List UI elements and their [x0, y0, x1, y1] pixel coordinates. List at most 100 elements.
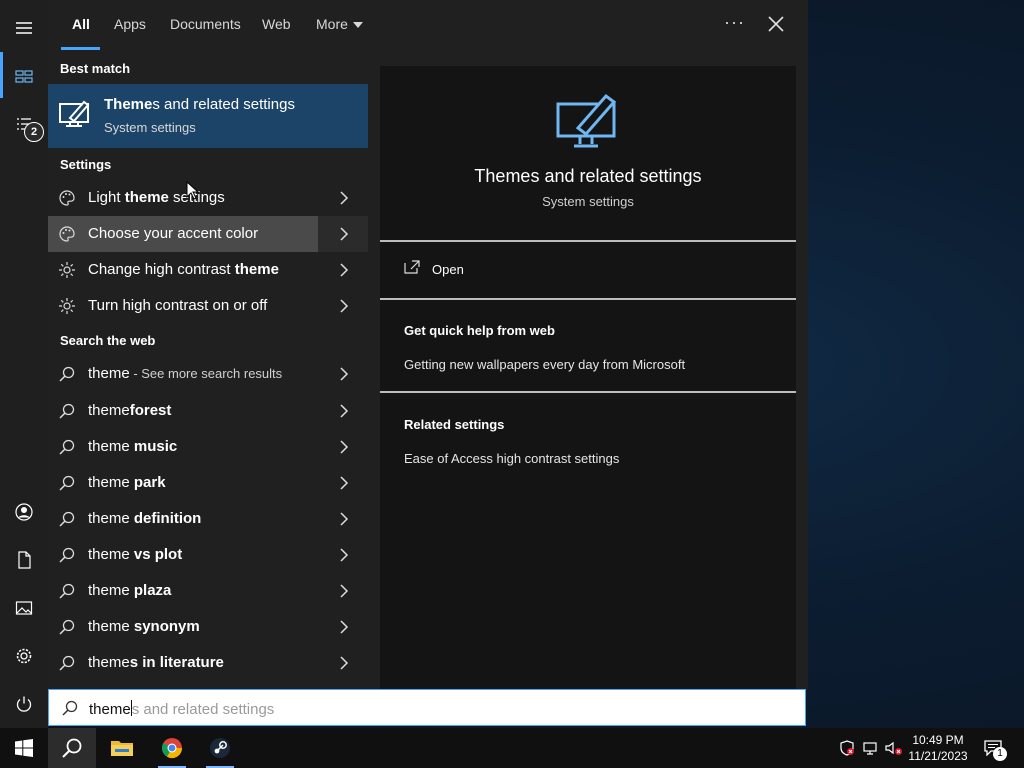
shield-warning-icon	[840, 740, 854, 756]
settings-result-light-theme[interactable]: Light theme settings	[48, 180, 368, 216]
hamburger-menu-button[interactable]	[0, 4, 48, 52]
tab-all[interactable]: All	[72, 16, 90, 32]
result-label: theme synonym	[88, 618, 200, 635]
tray-volume-icon[interactable]	[884, 728, 904, 768]
web-result-item[interactable]: theme vs plot	[48, 537, 368, 573]
best-match-item[interactable]: Themes and related settings System setti…	[48, 84, 368, 148]
web-result-item[interactable]: themeforest	[48, 393, 368, 429]
label-part: theme	[88, 438, 134, 455]
search-icon	[59, 547, 75, 563]
web-result-item[interactable]: theme synonym	[48, 609, 368, 645]
label-part: theme	[88, 365, 130, 382]
settings-result-toggle-high-contrast[interactable]: Turn high contrast on or off	[48, 288, 368, 324]
search-panel: All Apps Documents Web More ··· Best mat…	[48, 0, 808, 690]
label-part: theme	[88, 546, 134, 563]
chevron-right-icon[interactable]	[338, 262, 350, 278]
caret-down-icon	[352, 22, 363, 29]
result-label: theme vs plot	[88, 546, 182, 563]
web-result-see-more[interactable]: theme - See more search results	[48, 356, 368, 392]
sun-icon	[59, 298, 75, 314]
tray-network-icon[interactable]	[862, 728, 880, 768]
tab-web[interactable]: Web	[262, 16, 291, 32]
chevron-right-icon[interactable]	[338, 655, 350, 671]
related-settings-link[interactable]: Ease of Access high contrast settings	[404, 451, 619, 466]
quick-help-link[interactable]: Getting new wallpapers every day from Mi…	[404, 357, 685, 372]
power-button[interactable]	[0, 680, 48, 728]
result-label: theme park	[88, 474, 166, 491]
label-part: theme	[88, 474, 134, 491]
tab-documents[interactable]: Documents	[170, 16, 241, 32]
chevron-right-icon[interactable]	[338, 190, 350, 206]
clock-date: 11/21/2023	[908, 749, 968, 763]
settings-result-accent-color[interactable]: Choose your accent color	[48, 216, 368, 252]
result-label: theme definition	[88, 510, 201, 527]
web-result-item[interactable]: theme music	[48, 429, 368, 465]
home-button[interactable]	[0, 52, 48, 100]
tray-security-icon[interactable]	[838, 728, 856, 768]
more-options-button[interactable]: ···	[724, 12, 745, 33]
taskbar-chrome[interactable]	[148, 728, 196, 768]
chevron-right-icon[interactable]	[338, 298, 350, 314]
settings-result-high-contrast-theme[interactable]: Change high contrast theme	[48, 252, 368, 288]
open-action[interactable]: Open	[380, 242, 796, 298]
open-external-icon	[404, 260, 420, 274]
sun-icon	[59, 262, 75, 278]
account-button[interactable]	[0, 488, 48, 536]
details-subtitle: System settings	[542, 194, 634, 209]
label-bold: park	[133, 474, 166, 491]
tab-more[interactable]: More	[316, 16, 363, 32]
label-bold: synonym	[133, 618, 200, 635]
gear-icon	[16, 648, 32, 664]
web-result-item[interactable]: themes in literature	[48, 645, 368, 681]
personalization-icon	[59, 100, 90, 127]
chevron-right-icon[interactable]	[338, 583, 350, 599]
web-result-item[interactable]: theme park	[48, 465, 368, 501]
taskbar-search-button[interactable]	[48, 728, 96, 768]
best-match-title-rest: s and related settings	[152, 96, 295, 113]
search-icon	[59, 655, 75, 671]
search-icon	[59, 583, 75, 599]
documents-button[interactable]	[0, 536, 48, 584]
user-icon	[15, 503, 33, 521]
taskbar-steam[interactable]	[196, 728, 244, 768]
chevron-right-icon[interactable]	[338, 226, 350, 242]
best-match-heading: Best match	[60, 61, 131, 76]
search-query: themes and related settings	[89, 700, 274, 718]
row-divider	[318, 216, 319, 252]
result-label: Choose your accent color	[88, 225, 259, 242]
chevron-right-icon[interactable]	[338, 547, 350, 563]
start-button[interactable]	[0, 728, 48, 768]
chevron-right-icon[interactable]	[338, 366, 350, 382]
chevron-right-icon[interactable]	[338, 403, 350, 419]
chevron-right-icon[interactable]	[338, 511, 350, 527]
label-bold: theme	[124, 189, 169, 206]
taskbar-clock[interactable]: 10:49 PM 11/21/2023	[906, 732, 970, 764]
label-part: theme	[88, 510, 134, 527]
chrome-icon	[162, 738, 183, 759]
web-result-item[interactable]: theme definition	[48, 501, 368, 537]
open-label: Open	[432, 262, 464, 277]
close-icon[interactable]	[764, 12, 788, 36]
tab-apps[interactable]: Apps	[114, 16, 146, 32]
chevron-right-icon[interactable]	[338, 475, 350, 491]
web-result-item[interactable]: theme plaza	[48, 573, 368, 609]
quick-help-heading: Get quick help from web	[404, 323, 555, 338]
taskbar-file-explorer[interactable]	[98, 728, 146, 768]
taskbar: 10:49 PM 11/21/2023	[0, 728, 1024, 768]
search-icon	[59, 439, 75, 455]
chevron-right-icon[interactable]	[338, 439, 350, 455]
start-left-rail: 2	[0, 0, 48, 728]
settings-button[interactable]	[0, 632, 48, 680]
mouse-cursor-icon	[186, 181, 200, 200]
chevron-right-icon[interactable]	[338, 619, 350, 635]
search-input[interactable]: themes and related settings	[48, 689, 806, 726]
see-more-label: - See more search results	[129, 366, 283, 381]
label-bold: s in literature	[129, 654, 224, 671]
result-label: Change high contrast theme	[88, 261, 279, 278]
pictures-button[interactable]	[0, 584, 48, 632]
power-icon	[16, 696, 32, 712]
result-label: theme plaza	[88, 582, 171, 599]
label-part: theme	[88, 618, 134, 635]
label-bold: forest	[129, 402, 172, 419]
label-part: Light	[88, 189, 125, 206]
